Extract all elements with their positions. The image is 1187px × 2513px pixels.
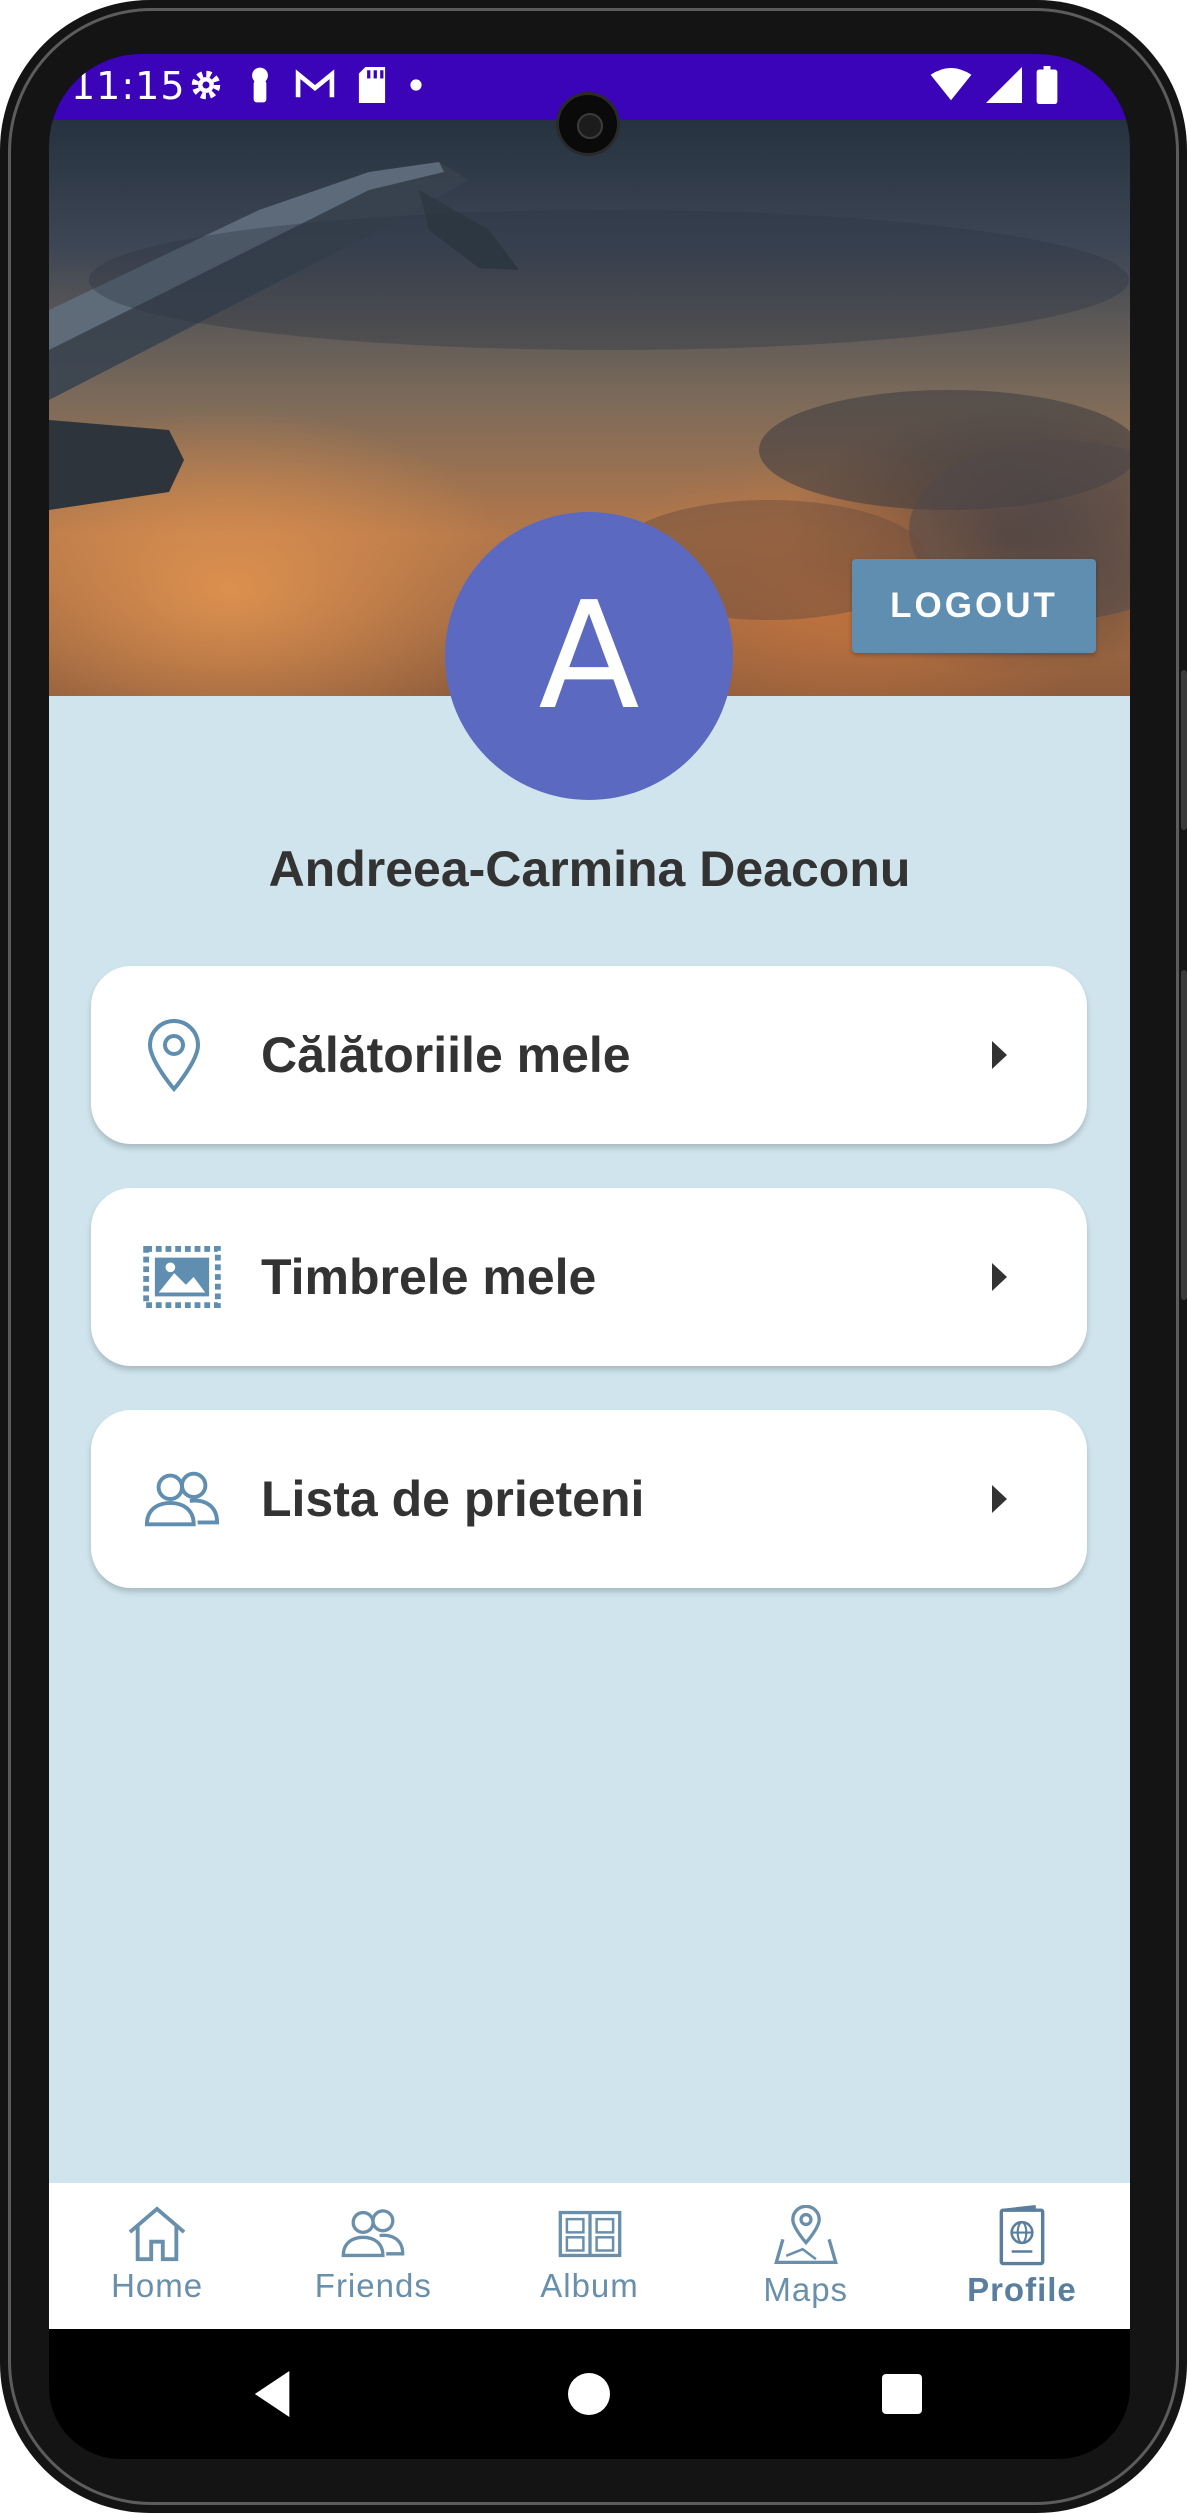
bottom-navigation: Home Friends Album Maps Profile bbox=[49, 2183, 1130, 2329]
menu-item-calatoriile-mele[interactable]: Călătoriile mele bbox=[91, 966, 1087, 1144]
nav-maps-label: Maps bbox=[763, 2271, 849, 2308]
nav-home[interactable]: Home bbox=[49, 2183, 265, 2329]
nav-profile[interactable]: Profile bbox=[914, 2183, 1130, 2329]
wifi-icon bbox=[930, 68, 972, 101]
system-navigation-bar bbox=[49, 2329, 1130, 2459]
stamp-icon bbox=[143, 1246, 221, 1308]
menu-item-label: Lista de prieteni bbox=[261, 1471, 645, 1527]
battery-icon bbox=[1036, 66, 1058, 104]
map-icon bbox=[773, 2205, 838, 2265]
nav-album[interactable]: Album bbox=[481, 2183, 697, 2329]
settings-icon bbox=[191, 70, 221, 100]
sd-card-icon bbox=[358, 67, 386, 103]
dot-icon bbox=[410, 79, 422, 91]
location-pin-icon bbox=[147, 1019, 201, 1093]
nav-home-label: Home bbox=[111, 2267, 204, 2304]
menu-item-label: Timbrele mele bbox=[261, 1249, 597, 1305]
menu-item-timbrele-mele[interactable]: Timbrele mele bbox=[91, 1188, 1087, 1366]
gmail-icon bbox=[295, 69, 335, 98]
avatar-letter: A bbox=[538, 570, 640, 742]
front-camera bbox=[556, 92, 620, 156]
nav-album-label: Album bbox=[540, 2267, 639, 2304]
home-icon bbox=[128, 2206, 186, 2262]
status-time: 11:15 bbox=[71, 64, 186, 108]
chevron-right-icon bbox=[992, 1041, 1007, 1069]
friends-icon bbox=[341, 2209, 405, 2258]
home-circle-icon[interactable] bbox=[568, 2373, 610, 2415]
phone-frame: 11:15 A LOGOUT Andreea-Carmina Deaconu C… bbox=[0, 0, 1187, 2513]
volume-button bbox=[1181, 970, 1187, 1300]
chevron-right-icon bbox=[992, 1263, 1007, 1291]
nav-profile-label: Profile bbox=[967, 2271, 1077, 2308]
chevron-right-icon bbox=[992, 1485, 1007, 1513]
user-name: Andreea-Carmina Deaconu bbox=[268, 841, 911, 897]
screen: 11:15 A LOGOUT Andreea-Carmina Deaconu C… bbox=[49, 54, 1130, 2459]
back-icon[interactable] bbox=[254, 2371, 294, 2417]
menu-item-lista-de-prieteni[interactable]: Lista de prieteni bbox=[91, 1410, 1087, 1588]
friends-icon bbox=[144, 1471, 220, 1527]
key-icon bbox=[252, 67, 268, 103]
nav-maps[interactable]: Maps bbox=[698, 2183, 914, 2329]
signal-icon bbox=[986, 67, 1022, 103]
menu-item-label: Călătoriile mele bbox=[261, 1027, 631, 1083]
avatar: A bbox=[445, 512, 733, 800]
logout-button[interactable]: LOGOUT bbox=[852, 559, 1096, 653]
nav-friends[interactable]: Friends bbox=[265, 2183, 481, 2329]
passport-icon bbox=[999, 2205, 1045, 2266]
nav-friends-label: Friends bbox=[314, 2267, 432, 2304]
power-button bbox=[1181, 670, 1187, 830]
album-icon bbox=[558, 2210, 621, 2258]
recents-icon[interactable] bbox=[882, 2374, 922, 2414]
